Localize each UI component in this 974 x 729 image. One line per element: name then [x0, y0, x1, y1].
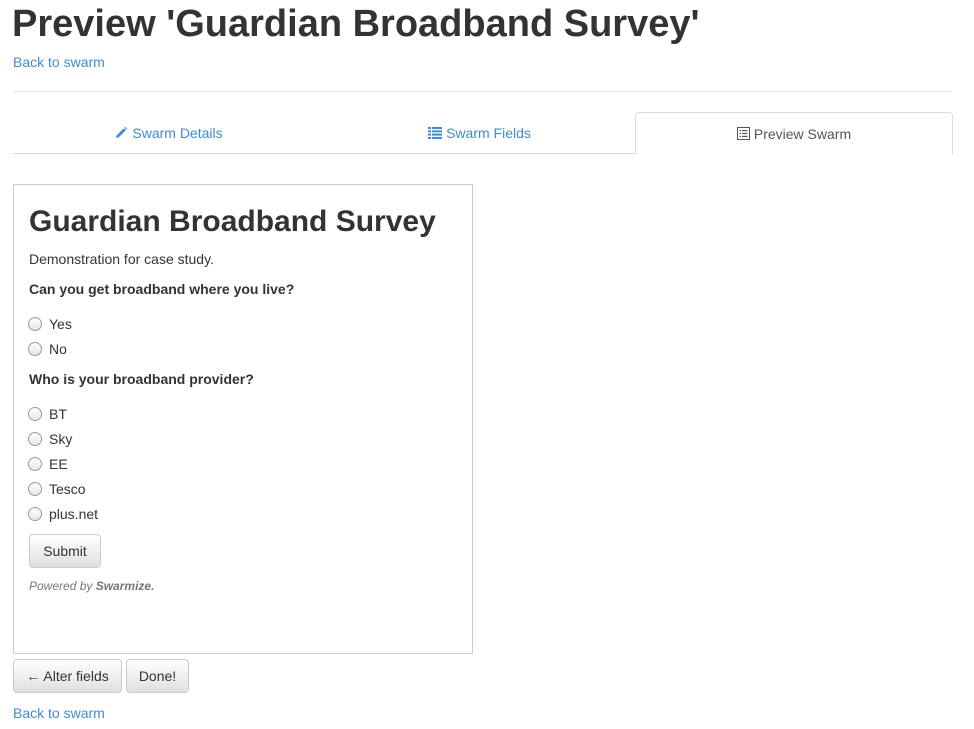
survey-title: Guardian Broadband Survey [29, 205, 436, 238]
page-title: Preview 'Guardian Broadband Survey' [12, 3, 700, 45]
survey-preview-frame: Guardian Broadband Survey Demonstration … [13, 184, 473, 654]
radio-option-plusnet[interactable]: plus.net [28, 504, 98, 524]
option-label: No [49, 341, 67, 357]
radio-button[interactable] [28, 432, 42, 446]
tab-bar: Swarm Details Swarm Fields Preview Swarm [13, 112, 953, 155]
radio-button[interactable] [28, 407, 42, 421]
list-alt-icon [736, 127, 750, 140]
question-label: Who is your broadband provider? [29, 371, 254, 387]
powered-prefix: Powered by [29, 579, 93, 593]
tab-label: Swarm Fields [446, 125, 531, 141]
option-label: plus.net [49, 506, 99, 522]
option-label: EE [49, 456, 68, 472]
back-to-swarm-link-bottom[interactable]: Back to swarm [13, 705, 105, 721]
radio-option-tesco[interactable]: Tesco [28, 479, 86, 499]
alter-fields-button[interactable]: ← Alter fields [13, 659, 122, 693]
option-label: Sky [49, 431, 73, 447]
radio-option-bt[interactable]: BT [28, 404, 67, 424]
option-label: Yes [49, 316, 72, 332]
option-label: Tesco [49, 481, 86, 497]
submit-button[interactable]: Submit [29, 534, 101, 568]
option-label: BT [49, 406, 67, 422]
powered-brand: Swarmize. [95, 579, 155, 593]
tab-preview-swarm[interactable]: Preview Swarm [635, 112, 953, 155]
radio-button[interactable] [28, 342, 42, 356]
list-icon [428, 127, 443, 139]
done-button[interactable]: Done! [126, 659, 189, 693]
tab-label: Swarm Details [132, 125, 223, 141]
question-label: Can you get broadband where you live? [29, 281, 295, 297]
radio-option-sky[interactable]: Sky [28, 429, 72, 449]
radio-button[interactable] [28, 317, 42, 331]
radio-option-no[interactable]: No [28, 339, 67, 359]
tab-swarm-details[interactable]: Swarm Details [13, 112, 324, 154]
radio-option-ee[interactable]: EE [28, 454, 68, 474]
radio-button[interactable] [28, 482, 42, 496]
back-to-swarm-link-top[interactable]: Back to swarm [13, 54, 105, 70]
radio-button[interactable] [28, 457, 42, 471]
tab-swarm-fields[interactable]: Swarm Fields [324, 112, 635, 154]
survey-description: Demonstration for case study. [29, 251, 214, 267]
divider [13, 91, 952, 92]
radio-option-yes[interactable]: Yes [28, 314, 72, 334]
pencil-icon [114, 126, 128, 140]
tab-label: Preview Swarm [753, 125, 852, 142]
radio-button[interactable] [28, 507, 42, 521]
powered-by-note: Powered by Swarmize. [29, 579, 154, 593]
